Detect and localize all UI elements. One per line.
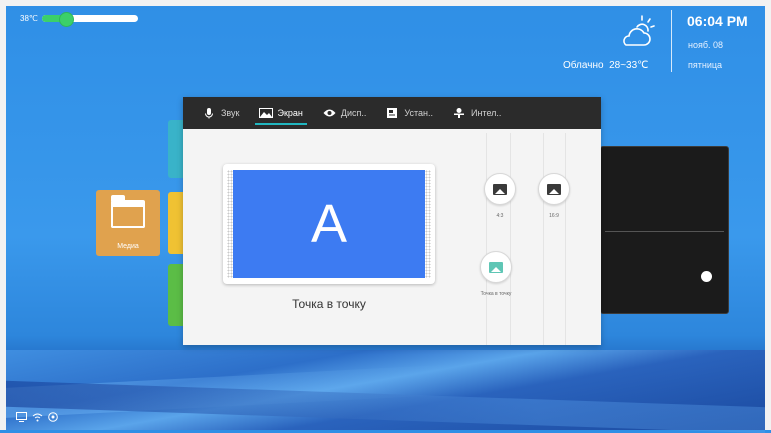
clock-time: 06:04 PM xyxy=(687,13,748,29)
aspect-4-3-option[interactable]: 4:3 xyxy=(484,173,516,219)
weather-divider xyxy=(671,10,672,72)
display-icon[interactable] xyxy=(16,412,27,422)
column-divider xyxy=(510,133,511,345)
weather-condition: Облачно xyxy=(563,60,604,71)
image-selected-icon xyxy=(489,261,503,273)
temperature-bar: 38℃ xyxy=(20,12,138,27)
folder-icon xyxy=(111,195,145,228)
column-divider xyxy=(486,133,487,345)
tab-intelligent-label: Интел.. xyxy=(470,108,502,118)
settings-tab-bar: Звук Экран Дисп.. Устан.. Интел.. xyxy=(183,97,601,129)
preview-border-right xyxy=(425,170,431,278)
tab-display[interactable]: Дисп.. xyxy=(313,97,377,129)
wifi-icon[interactable] xyxy=(32,412,43,422)
media-tile-label: Медиа xyxy=(117,243,139,250)
source-preview-row xyxy=(605,155,724,232)
current-mode-label: Точка в точку xyxy=(292,297,366,311)
option-label: 4:3 xyxy=(496,213,504,219)
source-preview-tile[interactable] xyxy=(600,146,729,314)
media-tile[interactable]: Медиа xyxy=(96,190,160,256)
option-label: Точка в точку xyxy=(480,291,512,297)
image-icon xyxy=(547,183,561,195)
point-to-point-option[interactable]: Точка в точку xyxy=(480,251,512,297)
system-status-bar xyxy=(16,412,58,422)
screen-preview: A xyxy=(223,164,435,284)
tab-sound-label: Звук xyxy=(221,108,240,118)
temperature-track xyxy=(41,12,138,27)
clock-weekday: пятница xyxy=(688,60,723,70)
partly-cloudy-icon xyxy=(623,15,655,46)
weather-range: 28~33℃ xyxy=(609,60,649,71)
eye-icon xyxy=(323,107,336,119)
tab-display-label: Дисп.. xyxy=(340,108,367,118)
tab-sound[interactable]: Звук xyxy=(193,97,249,129)
desktop-floor xyxy=(6,348,765,433)
option-label: 16:9 xyxy=(549,213,559,219)
column-divider xyxy=(543,133,544,345)
image-icon xyxy=(493,183,507,195)
option-circle[interactable] xyxy=(484,173,516,205)
option-circle[interactable] xyxy=(538,173,570,205)
settings-doc-icon xyxy=(386,107,398,119)
clock-date: нояб. 08 xyxy=(688,40,724,50)
microphone-icon xyxy=(203,107,215,119)
trophy-icon xyxy=(453,107,465,119)
tab-settings-label: Устан.. xyxy=(404,108,433,118)
tab-screen-label: Экран xyxy=(277,108,303,118)
preview-image: A xyxy=(233,170,425,278)
settings-dialog: Звук Экран Дисп.. Устан.. Интел.. A Точк… xyxy=(183,97,601,345)
temperature-knob xyxy=(58,12,74,27)
tab-settings[interactable]: Устан.. xyxy=(376,97,443,129)
tab-intelligent[interactable]: Интел.. xyxy=(443,97,511,129)
preview-letter: A xyxy=(310,194,348,254)
picture-icon xyxy=(259,107,274,119)
weather-summary: Облачно 28~33℃ xyxy=(563,60,648,71)
column-divider xyxy=(565,133,566,345)
source-indicator-dot xyxy=(701,271,712,282)
option-circle[interactable] xyxy=(480,251,512,283)
aspect-16-9-option[interactable]: 16:9 xyxy=(538,173,570,219)
tab-screen[interactable]: Экран xyxy=(249,97,312,129)
network-icon[interactable] xyxy=(48,412,58,422)
temperature-label: 38℃ xyxy=(20,14,38,23)
